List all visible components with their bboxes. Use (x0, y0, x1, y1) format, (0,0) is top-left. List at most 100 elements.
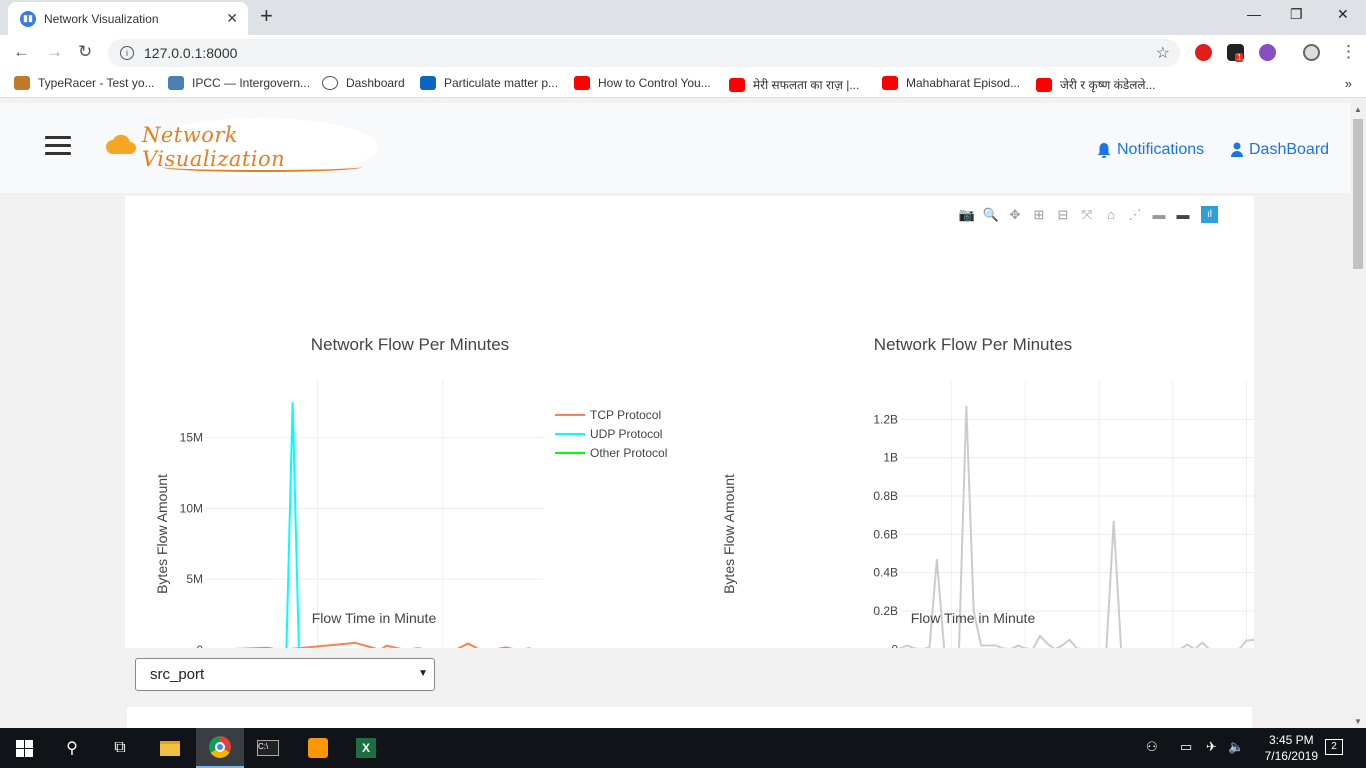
sublime-text-icon[interactable] (294, 728, 342, 768)
clock-date: 7/16/2019 (1264, 749, 1318, 763)
legend-label: TCP Protocol (590, 408, 661, 422)
legend-label: UDP Protocol (590, 427, 662, 441)
y-tick-label: 5M (186, 572, 203, 586)
action-center-icon[interactable]: 2 (1325, 737, 1343, 755)
y-tick-label: 0 (196, 643, 203, 648)
chart-title: Network Flow Per Minutes (874, 335, 1072, 354)
bookmark-item[interactable]: मेरी सफलता का राज़ |... (729, 76, 859, 93)
y-axis-label: Bytes Flow Amount (721, 474, 737, 594)
opera-extension-icon[interactable] (1195, 44, 1212, 61)
scroll-down-icon[interactable]: ▼ (1354, 717, 1362, 726)
y-tick-label: 0.8B (873, 489, 898, 503)
notifications-label: Notifications (1117, 141, 1205, 158)
new-tab-icon[interactable]: + (260, 5, 273, 27)
y-tick-label: 0 (891, 642, 898, 648)
x-axis-label: Flow Time in Minute (911, 610, 1036, 626)
bookmark-star-icon[interactable]: ☆ (1156, 43, 1170, 63)
cloud-icon (106, 134, 136, 154)
chart-title: Network Flow Per Minutes (311, 335, 509, 354)
field-select[interactable]: src_port ▼ (135, 658, 435, 691)
user-icon (1231, 142, 1243, 157)
close-window-icon[interactable]: ✕ (1337, 6, 1349, 23)
second-chart-card (127, 707, 1252, 728)
youtube-icon (729, 77, 745, 92)
people-icon[interactable]: ⚇ (1146, 739, 1158, 755)
bookmark-item[interactable]: How to Control You... (574, 76, 711, 90)
windows-taskbar: ⚲ ⧉ C:\ X ⚇ ▭ ✈ 🔈 3:45 PM 7/16/2019 2 (0, 728, 1366, 768)
menu-dots-icon[interactable]: ⋮ (1340, 42, 1357, 62)
youtube-icon (574, 76, 590, 90)
hamburger-menu-icon[interactable] (45, 136, 71, 156)
site-navbar: Network Visualization Notifications Dash… (0, 103, 1350, 193)
y-tick-label: 0.2B (873, 604, 898, 618)
bookmark-item[interactable]: TypeRacer - Test yo... (14, 76, 155, 90)
typeracer-icon (14, 76, 30, 90)
chart-legend[interactable]: TCP Protocol UDP Protocol Other Protocol (555, 408, 667, 460)
chevron-down-icon: ▼ (418, 668, 428, 679)
network-icon[interactable]: ✈ (1206, 739, 1217, 755)
chart-left[interactable]: Network Flow Per Minutes 80082005M10M15M… (125, 196, 685, 648)
address-bar[interactable]: i 127.0.0.1:8000 ☆ (108, 39, 1180, 67)
minimize-icon[interactable]: — (1247, 6, 1261, 22)
browser-tab[interactable]: ▮▮ Network Visualization ✕ (8, 2, 248, 35)
y-axis-label: Bytes Flow Amount (154, 474, 170, 594)
youtube-icon (882, 76, 898, 90)
browser-toolbar: ← → ↻ i 127.0.0.1:8000 ☆ 1 ⋮ (0, 35, 1366, 70)
volume-icon[interactable]: 🔈 (1228, 739, 1244, 755)
y-tick-label: 10M (180, 501, 203, 515)
select-value: src_port (150, 666, 205, 683)
reload-icon[interactable]: ↻ (78, 42, 92, 62)
y-tick-label: 15M (180, 431, 203, 445)
bookmark-item[interactable]: Particulate matter p... (420, 76, 558, 90)
bookmarks-overflow-icon[interactable]: » (1345, 76, 1352, 91)
scroll-up-icon[interactable]: ▲ (1354, 105, 1362, 114)
bookmarks-bar: TypeRacer - Test yo... IPCC — Intergover… (0, 70, 1366, 98)
media-extension-icon[interactable] (1259, 44, 1276, 61)
bookmark-item[interactable]: जेरी र कृष्ण कंडेलले... (1036, 76, 1156, 93)
excel-icon[interactable]: X (342, 728, 390, 768)
battery-icon[interactable]: ▭ (1180, 739, 1192, 755)
tab-strip: ▮▮ Network Visualization ✕ + — ❐ ✕ (0, 0, 1366, 35)
url-text: 127.0.0.1:8000 (144, 45, 238, 61)
extension-icon[interactable]: 1 (1227, 44, 1244, 62)
dashboard-label: DashBoard (1249, 141, 1330, 158)
page-scrollbar[interactable]: ▲ ▼ (1350, 103, 1366, 728)
series-line[interactable] (205, 641, 531, 648)
y-tick-label: 1.2B (873, 412, 898, 426)
bell-icon (1097, 143, 1111, 158)
search-icon[interactable]: ⚲ (48, 728, 96, 768)
chart-right[interactable]: Network Flow Per Minutes 790800810820830… (685, 196, 1254, 648)
file-explorer-icon[interactable] (146, 728, 194, 768)
bookmark-item[interactable]: Dashboard (322, 76, 405, 90)
scrollbar-thumb[interactable] (1353, 119, 1363, 269)
forward-icon[interactable]: → (46, 42, 63, 62)
page-content: Network Visualization Notifications Dash… (0, 103, 1350, 728)
start-button[interactable] (0, 728, 48, 768)
task-view-icon[interactable]: ⧉ (96, 728, 144, 768)
windows-logo-icon (15, 739, 33, 757)
legend-label: Other Protocol (590, 446, 667, 460)
profile-avatar[interactable] (1303, 44, 1320, 61)
linkedin-icon (420, 76, 436, 90)
extension-badge: 1 (1235, 53, 1244, 62)
terminal-icon[interactable]: C:\ (244, 728, 292, 768)
chrome-taskbar-icon[interactable] (196, 728, 244, 768)
close-tab-icon[interactable]: ✕ (226, 10, 238, 27)
dashboard-icon (322, 76, 338, 90)
clock-time: 3:45 PM (1268, 733, 1314, 747)
bookmark-item[interactable]: IPCC — Intergovern... (168, 76, 310, 90)
system-clock[interactable]: 3:45 PM 7/16/2019 (1265, 732, 1318, 764)
dashboard-link[interactable]: DashBoard (1231, 141, 1329, 159)
y-tick-label: 0.6B (873, 527, 898, 541)
site-logo[interactable]: Network Visualization (142, 118, 378, 176)
site-info-icon[interactable]: i (120, 46, 134, 60)
back-icon[interactable]: ← (13, 42, 30, 62)
tab-title: Network Visualization (44, 11, 159, 26)
notifications-link[interactable]: Notifications (1097, 141, 1204, 159)
maximize-icon[interactable]: ❐ (1290, 6, 1303, 23)
chart-card: 📷 🔍 ✥ ⊞ ⊟ ⤧ ⌂ ⋰ ▬ ▬ ıl Network Flow Per … (125, 196, 1254, 648)
y-tick-label: 0.4B (873, 566, 898, 580)
youtube-icon (1036, 77, 1052, 92)
bookmark-item[interactable]: Mahabharat Episod... (882, 76, 1020, 90)
site-favicon-icon: ▮▮ (20, 10, 36, 27)
